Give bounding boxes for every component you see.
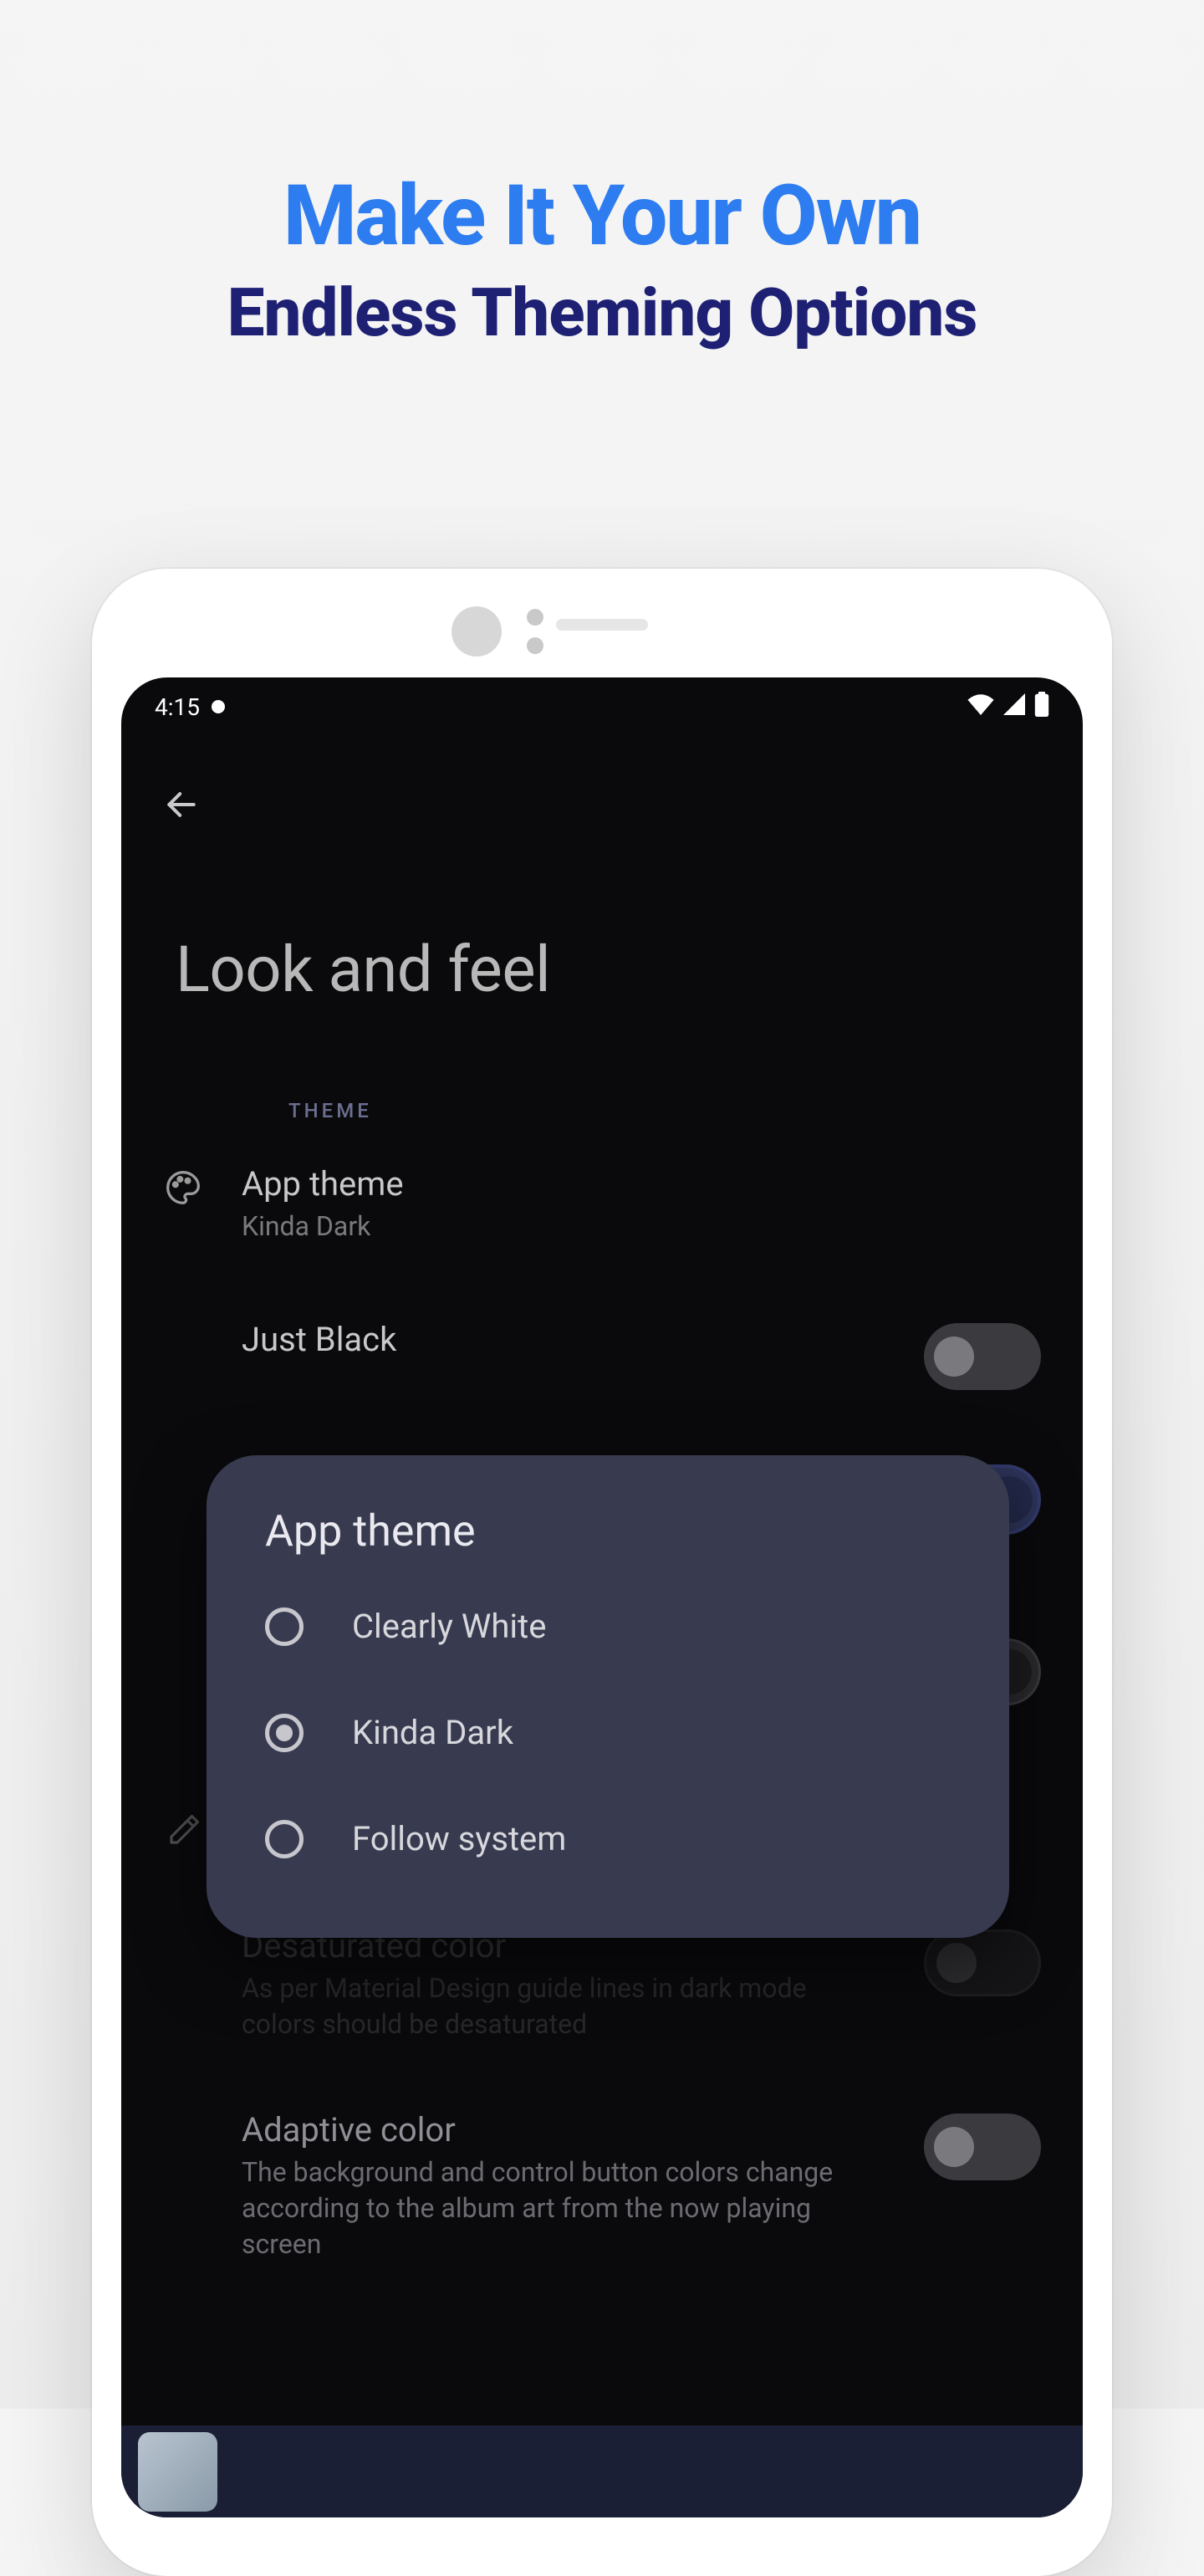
phone-frame: 4:15 Look and feel: [92, 569, 1112, 2576]
radio-option-follow-system[interactable]: Follow system: [265, 1786, 959, 1892]
eyedropper-icon: [163, 1808, 203, 1848]
setting-adaptive[interactable]: Adaptive color The background and contro…: [121, 2043, 1083, 2263]
setting-app-theme[interactable]: App theme Kinda Dark: [121, 1122, 1083, 1245]
radio-label: Kinda Dark: [352, 1713, 513, 1752]
radio-icon: [265, 1607, 304, 1646]
app-theme-dialog: App theme Clearly White Kinda Dark Follo…: [207, 1455, 1009, 1938]
toggle-just-black[interactable]: [924, 1323, 1041, 1390]
radio-icon: [265, 1820, 304, 1858]
page-title: Look and feel: [121, 823, 1083, 1007]
notification-dot-icon: [210, 693, 227, 721]
radio-label: Clearly White: [352, 1607, 546, 1646]
setting-subtitle: The background and control button colors…: [242, 2154, 844, 2263]
album-art-thumb: [138, 2432, 217, 2512]
radio-label: Follow system: [352, 1819, 566, 1858]
promo-header: Make It Your Own Endless Theming Options: [0, 0, 1204, 352]
battery-icon: [1034, 692, 1049, 723]
speaker-slot: [556, 619, 648, 631]
setting-subtitle: Kinda Dark: [242, 1209, 844, 1245]
back-button[interactable]: [163, 786, 200, 823]
sensor-dots: [527, 609, 543, 654]
phone-screen: 4:15 Look and feel: [121, 677, 1083, 2517]
toggle-adaptive[interactable]: [924, 2113, 1041, 2180]
wifi-icon: [967, 693, 994, 721]
palette-icon: [163, 1164, 203, 1206]
camera-dot: [452, 606, 502, 657]
section-label-theme: THEME: [121, 1007, 1083, 1122]
status-bar: 4:15: [121, 677, 1083, 728]
setting-just-black[interactable]: Just Black: [121, 1245, 1083, 1390]
setting-subtitle: As per Material Design guide lines in da…: [242, 1970, 844, 2042]
promo-subtitle: Endless Theming Options: [0, 273, 1204, 352]
cellular-signal-icon: [1002, 693, 1026, 721]
setting-title: Just Black: [242, 1320, 885, 1359]
radio-icon-selected: [265, 1714, 304, 1752]
dialog-title: App theme: [265, 1505, 959, 1556]
now-playing-bar[interactable]: [121, 2425, 1083, 2517]
radio-option-kinda-dark[interactable]: Kinda Dark: [265, 1679, 959, 1786]
toggle-desaturated[interactable]: [924, 1929, 1041, 1996]
status-time: 4:15: [155, 693, 200, 721]
radio-option-clearly-white[interactable]: Clearly White: [265, 1573, 959, 1679]
promo-title: Make It Your Own: [0, 167, 1204, 265]
setting-title: Adaptive color: [242, 2110, 885, 2149]
setting-title: App theme: [242, 1164, 1041, 1204]
